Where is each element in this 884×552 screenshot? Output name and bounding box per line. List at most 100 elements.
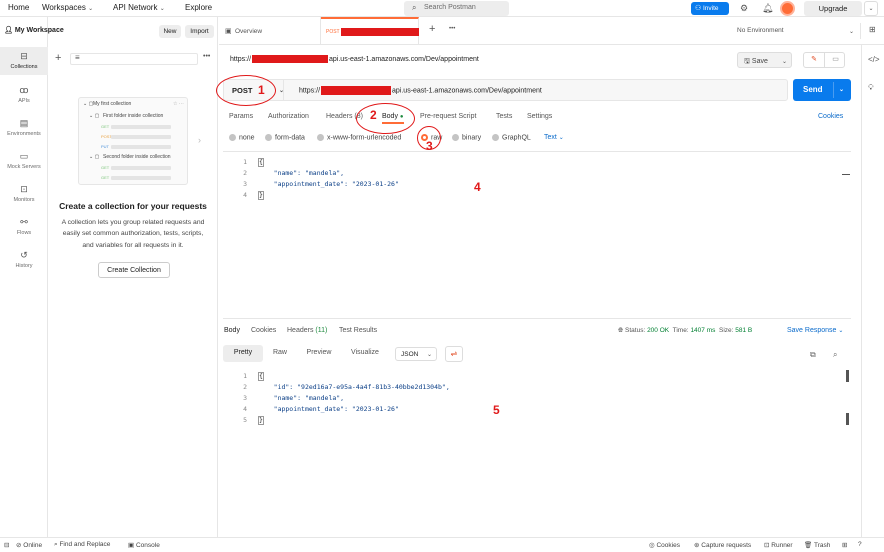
cookie-icon: ◎ (649, 542, 655, 549)
resp-tab-test-results[interactable]: Test Results (339, 327, 377, 334)
console-label: Console (135, 542, 160, 549)
chevron-down-icon: ⌄ (426, 352, 432, 358)
rail-monitors[interactable]: ⊡ Monitors (0, 184, 48, 203)
line-number: 5 (243, 416, 247, 424)
tab-pre-request-script[interactable]: Pre-request Script (420, 113, 476, 120)
radio-label: none (239, 134, 255, 142)
create-collection-button[interactable]: Create Collection (98, 262, 170, 278)
save-button[interactable]: 🖫︎ Save ⌄ (737, 52, 792, 68)
radio-binary[interactable]: binary (452, 134, 481, 141)
cookies-button[interactable]: ◎ Cookies (649, 541, 680, 549)
format-preview[interactable]: Preview (299, 345, 339, 362)
tab-method: POST (326, 29, 340, 35)
nav-workspaces[interactable]: Workspaces ⌄ (42, 3, 93, 12)
send-button[interactable]: Send ⌄ (793, 79, 851, 101)
format-raw[interactable]: Raw (265, 345, 295, 362)
response-scrollbar[interactable] (846, 370, 849, 382)
more-tabs-icon[interactable]: ••• (449, 26, 455, 32)
illus-placeholder-line (111, 166, 171, 170)
line-number: 2 (243, 383, 247, 391)
add-tab-icon[interactable]: + (429, 23, 435, 35)
capture-requests-button[interactable]: ⊛ Capture requests (694, 541, 751, 549)
new-button[interactable]: New (159, 25, 181, 38)
nav-api-network[interactable]: API Network ⌄ (113, 3, 165, 12)
info-bulb-icon[interactable]: 💡︎ (868, 83, 874, 93)
format-visualize[interactable]: Visualize (343, 345, 387, 362)
add-icon[interactable]: + (55, 52, 61, 64)
search-placeholder: Search Postman (424, 4, 476, 11)
send-dropdown-chevron-icon[interactable]: ⌄ (839, 86, 844, 93)
url-input[interactable]: https:// api.us-east-1.amazonaws.com/Dev/… (299, 86, 542, 95)
response-scrollbar-lower[interactable] (846, 413, 849, 425)
invite-button[interactable]: ⚇ Invite (691, 2, 729, 15)
code-icon[interactable]: </> (868, 55, 880, 64)
rail-label: Environments (7, 131, 41, 137)
overview-icon: ▣ (225, 28, 232, 35)
nav-explore[interactable]: Explore (185, 3, 212, 12)
tab-active-request[interactable]: POST (321, 17, 419, 45)
notification-bell-icon[interactable]: 🔔︎ (762, 3, 773, 14)
request-title[interactable]: https:// api.us-east-1.amazonaws.com/Dev/… (230, 55, 479, 63)
edit-pencil-icon[interactable]: ✎ (804, 53, 825, 67)
response-body[interactable]: 1 { 2 "id": "92ed16a7-e95a-4a4f-81b3-40b… (223, 367, 851, 535)
url-suffix: api.us-east-1.amazonaws.com/Dev/appointm… (392, 87, 542, 95)
format-pretty[interactable]: Pretty (223, 345, 263, 362)
nav-home[interactable]: Home (8, 3, 29, 12)
request-title-suffix: api.us-east-1.amazonaws.com/Dev/appointm… (329, 55, 479, 63)
rail-label: Flows (16, 230, 32, 236)
user-avatar[interactable] (780, 1, 795, 16)
rail-flows[interactable]: ⚯ Flows (0, 217, 48, 236)
runner-button[interactable]: ⊡ Runner (764, 541, 793, 549)
rail-mock-servers[interactable]: ▭ Mock Servers (0, 151, 48, 170)
radio-graphql[interactable]: GraphQL (492, 134, 531, 141)
resp-tab-cookies[interactable]: Cookies (251, 327, 276, 334)
save-response-button[interactable]: Save Response ⌄ (787, 327, 843, 334)
wrap-lines-icon[interactable]: ⇌ (445, 346, 463, 362)
help-icon[interactable]: ? (858, 541, 862, 548)
cookies-link[interactable]: Cookies (818, 113, 843, 120)
two-pane-icon[interactable]: ⊞ (842, 541, 847, 549)
url-prefix: https:// (299, 87, 321, 95)
online-status[interactable]: ⊘ Online (16, 541, 42, 549)
tab-authorization[interactable]: Authorization (268, 113, 309, 120)
settings-gear-icon[interactable]: ⚙ (740, 3, 748, 14)
rail-history[interactable]: ↺ History (0, 250, 48, 269)
trash-button[interactable]: 🗑︎ Trash (804, 541, 830, 549)
comments-icon[interactable]: ▭ (826, 53, 845, 67)
upgrade-dropdown-chevron-icon[interactable]: ⌄ (864, 1, 878, 16)
import-button[interactable]: Import (185, 25, 214, 38)
copy-icon[interactable]: ⧉ (810, 350, 816, 360)
request-body-editor[interactable]: 1 { 2 "name": "mandela", 3 "appointment_… (223, 151, 851, 319)
illus-more-icon: ☆ ⋯ (173, 101, 184, 107)
environment-quick-look-icon[interactable]: ⊞ (869, 25, 876, 34)
code-text: } (258, 191, 264, 200)
search-input[interactable]: ⌕ Search Postman (404, 1, 509, 16)
radio-form-data[interactable]: form-data (265, 134, 305, 141)
more-options-icon[interactable]: ••• (203, 53, 210, 60)
response-type-select[interactable]: JSON ⌄ (395, 347, 437, 361)
tab-overview[interactable]: ▣ Overview (219, 17, 321, 45)
find-replace-button[interactable]: ⌕ Find and Replace (54, 541, 110, 549)
resp-tab-headers[interactable]: Headers (11) (287, 327, 327, 334)
layout-icon[interactable]: ⊟ (4, 541, 9, 549)
rail-apis[interactable]: ꝏ APIs (0, 85, 48, 104)
chevron-down-icon: ⌄ (558, 135, 564, 141)
upgrade-button[interactable]: Upgrade (804, 1, 862, 16)
size-label: Size: (719, 327, 734, 334)
rail-collections[interactable]: ⊟ Collections (0, 47, 48, 75)
resp-tab-body[interactable]: Body (224, 327, 240, 334)
tab-params[interactable]: Params (229, 113, 253, 120)
console-button[interactable]: ▣ Console (128, 541, 160, 549)
filter-input[interactable] (70, 53, 198, 65)
tab-tests[interactable]: Tests (496, 113, 512, 120)
environment-select[interactable]: No Environment ⌄ (731, 23, 861, 39)
search-response-icon[interactable]: ⌕ (833, 350, 837, 360)
rail-environments[interactable]: ▤ Environments (0, 118, 48, 137)
postman-app: Home Workspaces ⌄ API Network ⌄ Explore … (0, 0, 884, 552)
radio-none[interactable]: none (229, 134, 255, 141)
workspace-name[interactable]: 👤︎ My Workspace (4, 26, 64, 34)
body-type-select[interactable]: Text ⌄ (544, 134, 564, 141)
radio-urlencoded[interactable]: x-www-form-urlencoded (317, 134, 401, 141)
tab-settings[interactable]: Settings (527, 113, 552, 120)
redaction-bar (321, 86, 392, 95)
